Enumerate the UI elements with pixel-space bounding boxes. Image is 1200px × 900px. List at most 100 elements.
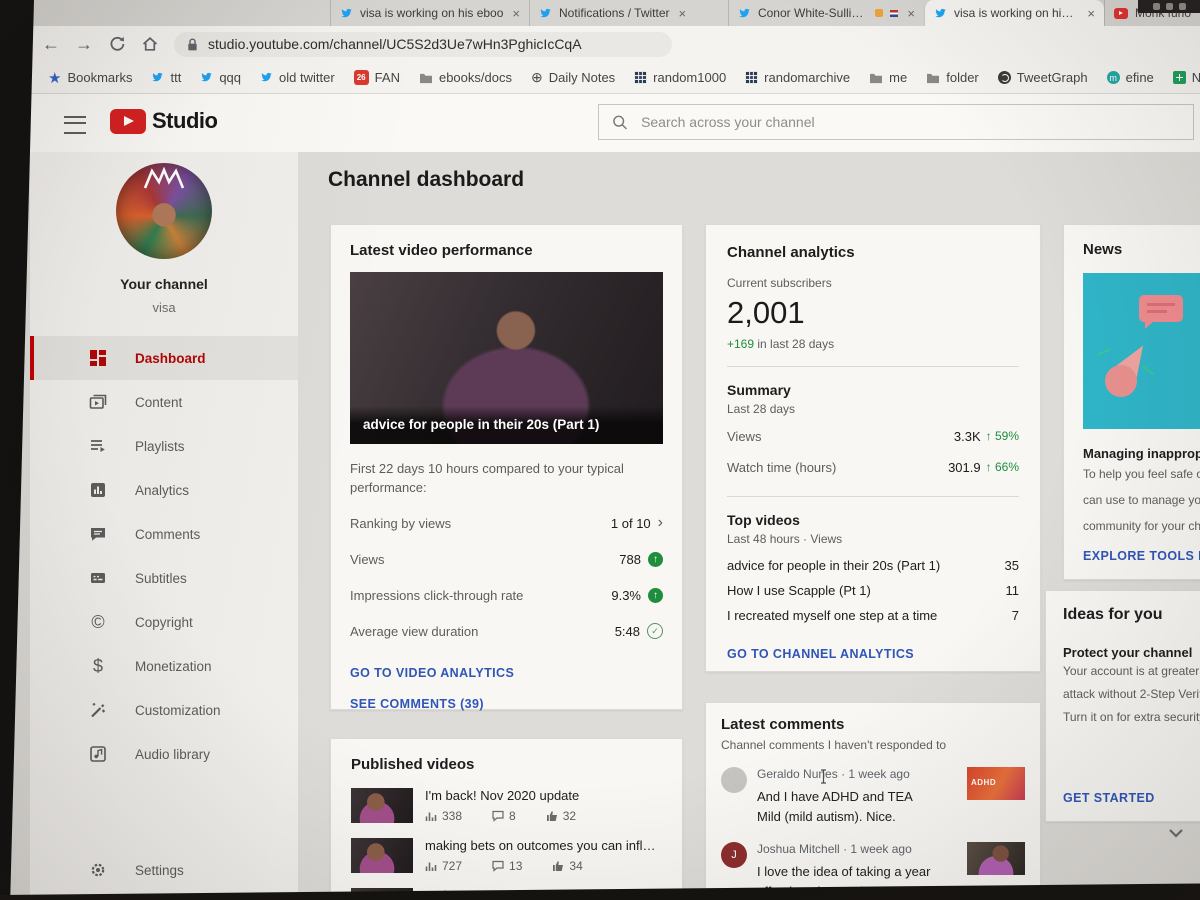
- top-video-row[interactable]: advice for people in their 20s (Part 1)3…: [727, 554, 1019, 577]
- card-title: Ideas for you: [1063, 606, 1200, 624]
- up-arrow-icon: ↑: [648, 588, 663, 603]
- tab-notifications-twitter[interactable]: Notifications / Twitter ×: [529, 0, 728, 26]
- comment-icon: [492, 810, 504, 822]
- url-text: studio.youtube.com/channel/UC5S2d3Ue7wHn…: [208, 36, 582, 52]
- home-icon[interactable]: [141, 35, 159, 53]
- bookmark-daily-notes[interactable]: ⊕Daily Notes: [531, 69, 615, 86]
- stat-row-ranking: Ranking by views 1 of 10›: [350, 505, 663, 541]
- grid-icon: [745, 71, 758, 84]
- sheets-icon: [1173, 71, 1186, 84]
- sidebar-item-analytics[interactable]: Analytics: [30, 468, 298, 512]
- twitter-icon: [200, 71, 213, 84]
- card-title: News: [1083, 241, 1200, 258]
- bookmark-november-bulk[interactable]: November bulk -: [1173, 70, 1200, 85]
- twitter-icon: [738, 7, 751, 20]
- playlists-icon: [88, 436, 108, 456]
- tab-conor-white-sullivan[interactable]: Conor White-Sullivan ×: [728, 0, 924, 26]
- subscribers-label: Current subscribers: [727, 276, 1019, 290]
- subtitles-icon: [88, 568, 108, 588]
- comment-video-thumbnail[interactable]: [967, 842, 1025, 875]
- sidebar-item-dashboard[interactable]: Dashboard: [30, 336, 298, 380]
- globe-icon: ⊕: [531, 69, 543, 86]
- youtube-icon: [1114, 8, 1128, 19]
- sidebar-menu: Dashboard Content Playlists Analytics Co…: [30, 336, 298, 776]
- stat-row-ctr: Impressions click-through rate 9.3%↑: [350, 577, 663, 613]
- back-icon[interactable]: ←: [42, 35, 60, 53]
- chevron-down-icon[interactable]: [1168, 828, 1184, 838]
- bookmark-ebooks-docs[interactable]: ebooks/docs: [419, 70, 512, 85]
- speech-bubble-icon: [1139, 295, 1183, 322]
- top-video-row[interactable]: I recreated myself one step at a time7: [727, 604, 1019, 627]
- channel-avatar[interactable]: [116, 163, 212, 259]
- sidebar-item-settings[interactable]: Settings: [30, 848, 298, 892]
- twitter-icon: [340, 7, 353, 20]
- bookmark-qqq[interactable]: qqq: [200, 70, 241, 85]
- fan-badge-icon: 26: [354, 70, 369, 85]
- tweetgraph-icon: [998, 71, 1011, 84]
- sidebar-item-monetization[interactable]: $ Monetization: [30, 644, 298, 688]
- comment-video-thumbnail[interactable]: ADHD: [967, 767, 1025, 800]
- likes-metric: 34: [552, 859, 582, 873]
- sidebar-item-copyright[interactable]: © Copyright: [30, 600, 298, 644]
- published-video-row[interactable]: I'm back! Nov 2020 update 338 8 32: [351, 788, 662, 823]
- bookmark-tweetgraph[interactable]: TweetGraph: [998, 70, 1088, 85]
- channel-name: visa: [30, 300, 298, 315]
- stat-row-avg-duration: Average view duration 5:48✓: [350, 613, 663, 649]
- url-bar[interactable]: studio.youtube.com/channel/UC5S2d3Ue7wHn…: [174, 32, 672, 57]
- sidebar-item-audio-library[interactable]: Audio library: [30, 732, 298, 776]
- thumb-up-icon: [552, 860, 564, 872]
- tab-close-icon[interactable]: ×: [512, 6, 520, 21]
- sidebar: Your channel visa Dashboard Content Play…: [30, 152, 298, 900]
- bookmark-me[interactable]: me: [869, 70, 907, 85]
- bookmark-fan[interactable]: 26FAN: [354, 70, 400, 85]
- star-icon: ★: [48, 69, 61, 87]
- published-video-row[interactable]: making bets on outcomes you can influenc…: [351, 838, 662, 873]
- see-comments-link[interactable]: SEE COMMENTS (39): [350, 697, 663, 711]
- bookmark-random1000[interactable]: random1000: [634, 70, 726, 85]
- go-to-video-analytics-link[interactable]: GO TO VIDEO ANALYTICS: [350, 666, 663, 680]
- chevron-right-icon[interactable]: ›: [658, 514, 663, 532]
- bookmark-randomarchive[interactable]: randomarchive: [745, 70, 850, 85]
- bookmarks-menu[interactable]: ★Bookmarks: [48, 69, 132, 87]
- divider: [727, 496, 1019, 497]
- up-arrow-icon: ↑: [986, 429, 992, 443]
- audio-library-icon: [88, 744, 108, 764]
- sidebar-item-playlists[interactable]: Playlists: [30, 424, 298, 468]
- forward-icon[interactable]: →: [75, 35, 93, 53]
- text-cursor-icon: [819, 769, 828, 784]
- sidebar-item-comments[interactable]: Comments: [30, 512, 298, 556]
- top-video-row[interactable]: How I use Scapple (Pt 1)11: [727, 579, 1019, 602]
- sidebar-item-subtitles[interactable]: Subtitles: [30, 556, 298, 600]
- tab-close-icon[interactable]: ×: [679, 6, 687, 21]
- get-started-link[interactable]: GET STARTED: [1063, 791, 1155, 805]
- tab-visa-ebook-2[interactable]: visa is working on his eboo ×: [924, 0, 1104, 26]
- crown-icon: [142, 167, 186, 191]
- tab-visa-ebook-1[interactable]: visa is working on his eboo ×: [330, 0, 529, 26]
- tab-title: Notifications / Twitter: [559, 6, 669, 20]
- up-arrow-icon: ↑: [648, 552, 663, 567]
- comments-metric: 8: [492, 809, 516, 823]
- bookmark-efine[interactable]: mefine: [1107, 70, 1154, 85]
- tab-close-icon[interactable]: ×: [1087, 6, 1095, 21]
- bookmark-folder[interactable]: folder: [926, 70, 979, 85]
- studio-logo[interactable]: Studio: [110, 108, 217, 134]
- commenter-avatar: J: [721, 842, 747, 868]
- tab-close-icon[interactable]: ×: [907, 6, 915, 21]
- brand-text: Studio: [152, 108, 217, 134]
- search-input[interactable]: [639, 113, 1180, 131]
- us-flag-icon: [890, 10, 899, 17]
- news-card: News Managing inappropriate To help you …: [1063, 224, 1200, 580]
- bookmark-ttt[interactable]: ttt: [151, 70, 181, 85]
- twitter-icon: [539, 7, 552, 20]
- reload-icon[interactable]: [108, 35, 126, 53]
- channel-analytics-card: Channel analytics Current subscribers 2,…: [705, 224, 1041, 672]
- sidebar-item-content[interactable]: Content: [30, 380, 298, 424]
- bookmark-old-twitter[interactable]: old twitter: [260, 70, 335, 85]
- sidebar-item-customization[interactable]: Customization: [30, 688, 298, 732]
- explore-tools-link[interactable]: EXPLORE TOOLS NOW: [1083, 549, 1200, 563]
- latest-video-thumbnail[interactable]: advice for people in their 20s (Part 1): [350, 272, 663, 444]
- go-to-channel-analytics-link[interactable]: GO TO CHANNEL ANALYTICS: [727, 647, 914, 661]
- folder-icon: [869, 72, 883, 84]
- commenter-avatar: [721, 767, 747, 793]
- menu-icon[interactable]: [64, 116, 86, 134]
